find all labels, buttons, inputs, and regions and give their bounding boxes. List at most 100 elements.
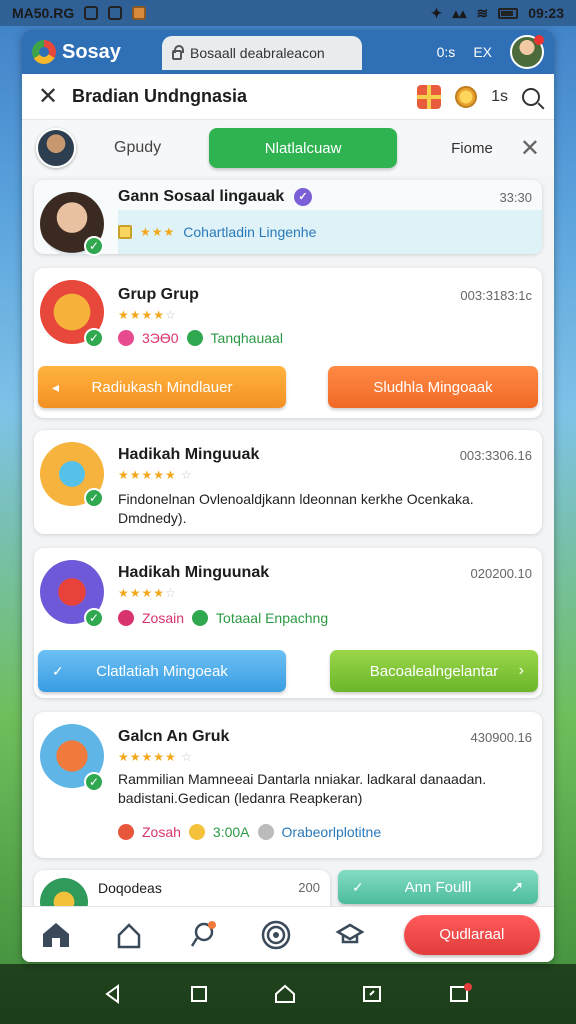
card-right-button[interactable]: Bacoalealngelantar › [330,650,538,692]
meta-stat-1: Zosain [142,610,185,626]
status-time: 09:23 [528,5,564,21]
meta-stat-3: Orabeorlplotitne [281,824,382,840]
check-icon: ✓ [352,878,364,895]
button-label: Radiukash Mindlauer [91,378,233,396]
verified-check-icon: ✓ [84,328,104,348]
card-right-button[interactable]: Sludhla Mingoaak [328,366,538,408]
verified-check-icon: ✓ [84,772,104,792]
card-left-button[interactable]: ◂ Radiukash Mindlauer [38,366,286,408]
hat-icon[interactable] [330,915,370,955]
card-name: Gann Sosaal lingauak [118,188,285,205]
button-label: Clatlatiah Mingoeak [96,662,228,680]
back-icon[interactable] [103,984,123,1004]
list-item[interactable]: ✓ Grup Grup 003:3183:1c ★★★★☆ 3ЭӨ0 Tanqh… [34,268,542,418]
meta-stat-2: Tanqhauaal [210,330,283,346]
wifi-icon: ≋ [476,4,489,21]
card-left-button[interactable]: ✓ Clatlatiah Mingoeak [38,650,286,692]
chevron-right-icon: › [518,662,524,679]
profile-avatar[interactable] [510,35,544,69]
user-avatar[interactable] [36,128,76,168]
list-item[interactable]: ✓ Gann Sosaal lingauak ✓ 33:30 ★★★ Cohar… [34,180,542,256]
image-notification-icon [108,6,123,20]
gift-icon[interactable] [417,84,442,109]
filter-right[interactable]: Fiome [451,140,493,157]
list-item[interactable]: ✓ Hadikah Minguuak 003:3306.16 ★★★★★ ☆ F… [34,430,542,534]
card-body: Findonelnan Ovlenoaldjkann ldeonnan kerk… [118,491,474,526]
meta-stat-1: Zosah [142,824,181,840]
card-time: 020200.10 [470,566,532,581]
card-name: Grup Grup [118,286,199,303]
filter-group[interactable]: Gpudy [114,139,161,157]
notification-nav-icon[interactable] [449,983,473,1005]
close-icon[interactable]: ✕ [36,82,60,111]
rating-stars: ★★★★★ ☆ [118,468,193,482]
system-nav-bar [0,964,576,1024]
arrow-icon: ◂ [52,378,60,395]
feed[interactable]: ✓ Gann Sosaal lingauak ✓ 33:30 ★★★ Cohar… [22,176,554,906]
status-bar: MA50.RG ✦ ▴▴ ≋ 09:23 [0,0,576,26]
notification-icon [84,6,99,20]
browser-right-label-1[interactable]: 0:s [437,44,456,60]
rating-stars: ★★★★★ ☆ [118,750,193,764]
home-icon[interactable] [36,915,76,955]
avatar [40,878,88,906]
browser-right-label-2[interactable]: EX [473,44,492,60]
meta-stat-2: 3:00A [212,824,250,840]
search-icon[interactable] [522,87,540,106]
list-item[interactable]: Doqodeas 200 [34,870,330,906]
card-time: 003:3183:1c [460,288,532,303]
verified-check-icon: ✓ [84,236,104,256]
filter-bar: Gpudy Nlatlalcuaw Fiome ✕ [22,120,554,176]
bottom-nav: Qudlaraal [22,906,554,962]
profile-icon[interactable] [110,915,150,955]
primary-action-button[interactable]: Qudlaraal [403,914,541,955]
pink-badge-icon [118,610,134,626]
brand-logo-icon [32,40,56,64]
card-time: 200 [298,880,320,895]
app-window: Sosay Bosaall deabraleacon 0:s EX ✕ Brad… [22,30,554,962]
button-label: Ann Foulll [404,878,472,896]
button-label: Bacoalealngelantar [369,662,499,680]
rating-stars: ★★★ [140,225,176,239]
filter-active-button[interactable]: Nlatlalcuaw [209,128,398,168]
bluetooth-icon: ✦ [430,4,443,21]
chat-icon[interactable] [183,915,223,955]
card-meta: Zosain Totaaal Enpachng [118,610,328,626]
button-label: Sludhla Mingoaak [373,378,493,396]
recents-icon[interactable] [190,985,208,1003]
card-time: 003:3306.16 [459,448,532,463]
card-right-button[interactable]: ✓ Ann Foulll ➚ [338,870,538,904]
lock-icon [172,45,184,60]
card-meta: Zosah 3:00A Orabeorlplotitne [118,824,381,840]
list-item[interactable]: ✓ Galcn An Gruk 430900.16 ★★★★★ ☆ Rammil… [34,712,542,858]
filter-close-icon[interactable]: ✕ [520,134,540,163]
green-badge-icon [186,330,203,346]
orange-badge-icon [118,824,134,840]
coin-count: 1s [491,87,508,105]
battery-icon [498,7,519,19]
tag-icon [118,225,132,239]
meta-stat-1: 3ЭӨ0 [142,330,179,346]
switch-icon[interactable] [362,984,382,1004]
brand[interactable]: Sosay [32,40,121,64]
green-badge-icon [192,610,209,626]
title-bar: ✕ Bradian Undngnasia 1s [22,74,554,120]
verified-check-icon: ✓ [84,608,104,628]
browser-tab[interactable]: Bosaall deabraleacon [162,36,362,70]
home-nav-icon[interactable] [274,984,296,1004]
coin-icon[interactable] [455,85,478,108]
meta-stat-2: Totaaal Enpachng [216,610,329,626]
card-time: 33:30 [499,190,532,205]
page-title: Bradian Undngnasia [72,86,248,106]
browser-bar: Sosay Bosaall deabraleacon 0:s EX [22,30,554,74]
card-highlight[interactable]: ★★★ Cohartladin Lingenhe [118,210,542,254]
list-item[interactable]: ✓ Hadikah Minguunak 020200.10 ★★★★☆ Zosa… [34,548,542,698]
signal-icon: ▴▴ [452,4,467,21]
card-name: Hadikah Minguuak [118,446,260,463]
verified-check-icon: ✓ [84,488,104,508]
check-icon: ✓ [52,662,64,679]
target-icon[interactable] [257,915,297,955]
notification-dot-icon [534,35,544,45]
grey-badge-icon [257,824,274,840]
rating-stars: ★★★★☆ [118,308,177,322]
